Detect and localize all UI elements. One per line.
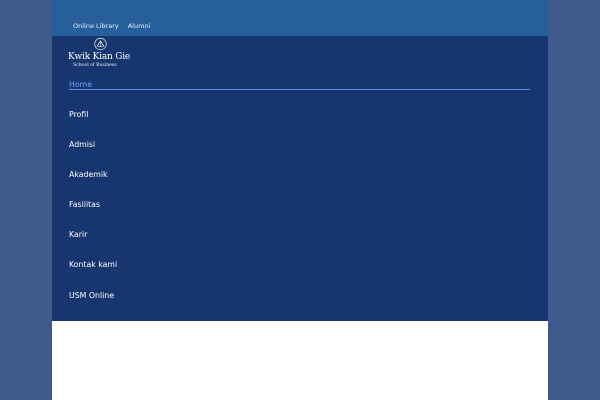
menu-item-usm-online[interactable]: USM Online xyxy=(69,291,114,300)
menu-item-admisi[interactable]: Admisi xyxy=(69,140,95,149)
menu-item-akademik[interactable]: Akademik xyxy=(69,170,108,179)
menu-item-home[interactable]: Home xyxy=(69,80,92,89)
school-logo[interactable]: Kwik Kian Gie School of Business xyxy=(68,36,136,72)
active-menu-underline xyxy=(69,89,530,90)
alumni-link[interactable]: Alumni xyxy=(128,22,151,30)
logo-subtitle: School of Business xyxy=(73,63,117,68)
page-container: Online Library Alumni Kwik Kian Gie Scho… xyxy=(52,0,548,400)
top-links: Online Library Alumni xyxy=(73,22,150,30)
menu-item-fasilitas[interactable]: Fasilitas xyxy=(69,200,100,209)
menu-item-karir[interactable]: Karir xyxy=(69,230,87,239)
online-library-link[interactable]: Online Library xyxy=(73,22,119,30)
navigation-panel: Kwik Kian Gie School of Business Home Pr… xyxy=(52,36,548,321)
top-bar: Online Library Alumni xyxy=(52,0,548,36)
menu-item-profil[interactable]: Profil xyxy=(69,110,88,119)
menu-item-kontak-kami[interactable]: Kontak kami xyxy=(69,260,117,269)
school-emblem-icon xyxy=(94,37,107,51)
logo-title: Kwik Kian Gie xyxy=(68,52,131,62)
